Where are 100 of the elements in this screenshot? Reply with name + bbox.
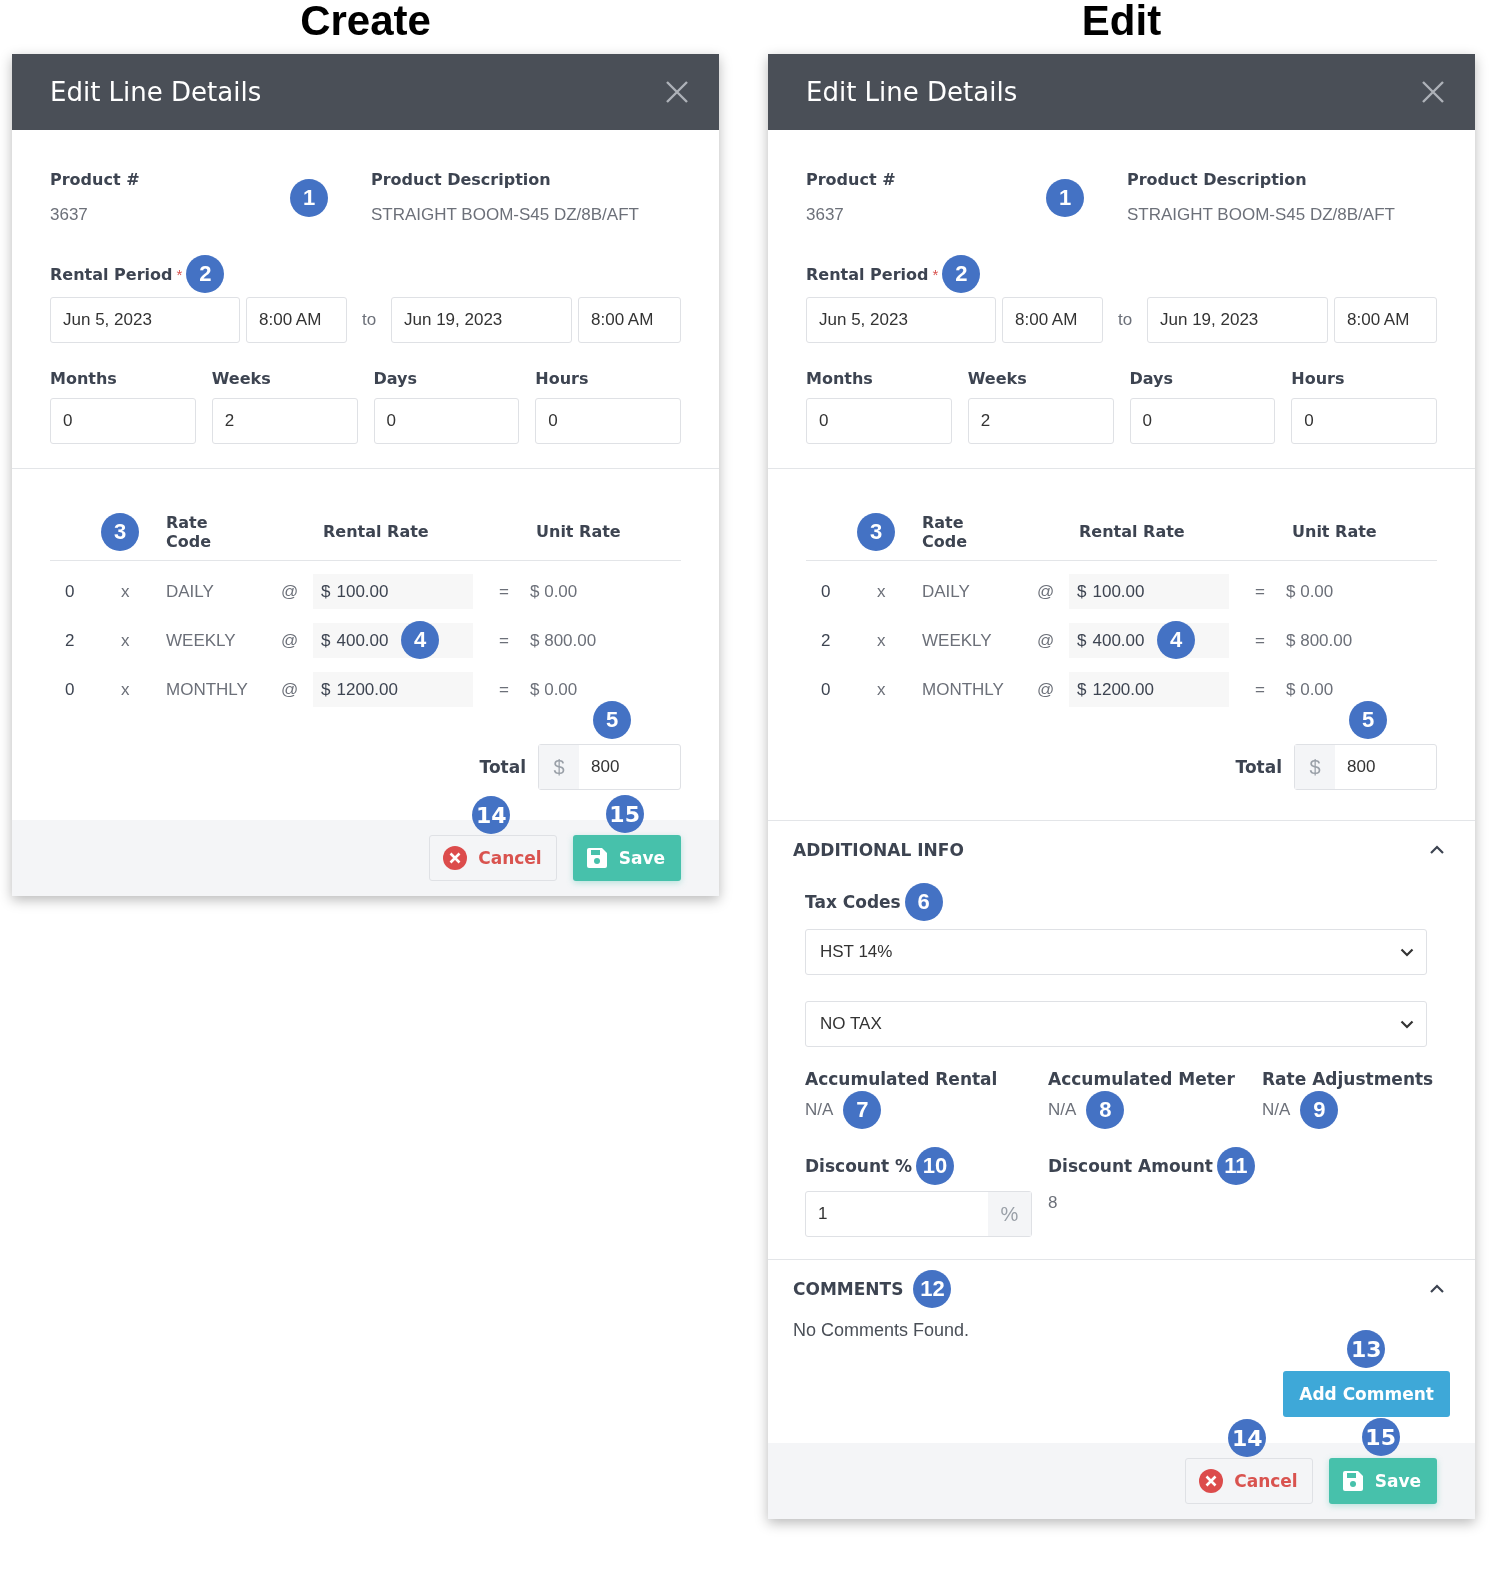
column-header: Unit Rate [1291, 522, 1378, 541]
callout-badge: 5 [1349, 701, 1387, 739]
quantity-text: 0 [820, 679, 832, 700]
callout-badge: 12 [913, 1270, 952, 1308]
chevron-icon[interactable] [1429, 845, 1445, 855]
at-sign: @ [1036, 679, 1056, 700]
callout-badge: 2 [942, 255, 981, 293]
at-sign: @ [280, 630, 300, 651]
column-header: Rate Code [922, 512, 969, 551]
currency-addon: $ [1295, 745, 1335, 789]
field-value: N/A [1262, 1100, 1291, 1120]
quantity-text: 2 [64, 630, 76, 651]
date-field[interactable]: Jun 5, 2023 [806, 297, 996, 343]
discount-field[interactable]: 1 % [805, 1191, 1032, 1237]
date-field[interactable]: Jun 19, 2023 [1147, 297, 1328, 343]
rate-field[interactable]: $ 400.00 4 [1069, 623, 1229, 658]
total-value: 800 [1346, 756, 1377, 778]
currency-addon: $ [539, 745, 579, 789]
callout-badge: 14 [472, 796, 511, 834]
rate-value: 400.00 [1092, 630, 1145, 651]
callout-badge: 3 [857, 512, 895, 551]
dialog-title: Edit Line Details [806, 77, 1018, 107]
field-label: Accumulated Meter [1048, 1069, 1236, 1089]
rate-field[interactable]: $ 100.00 [1069, 574, 1229, 609]
field-label: Product # [50, 170, 141, 189]
section-title: ADDITIONAL INFO [793, 840, 964, 860]
currency-sign: $ [321, 679, 331, 700]
column-header: Rental Rate [322, 522, 430, 541]
time-field[interactable]: 8:00 AM [1334, 297, 1437, 343]
callout-badge: 15 [605, 795, 644, 833]
date-field[interactable]: Jun 19, 2023 [391, 297, 572, 343]
field-value: 3637 [50, 205, 89, 225]
number-field[interactable]: 0 [806, 398, 952, 444]
currency-sign: $ [1077, 679, 1087, 700]
number-field[interactable]: 2 [211, 398, 358, 444]
currency-sign: $ [1077, 581, 1087, 602]
number-field[interactable]: 0 [535, 398, 681, 444]
field-label: Product Description [1127, 170, 1308, 189]
at-sign: @ [280, 581, 300, 602]
multiply-sign: x [876, 679, 887, 700]
panel-heading: Create [300, 0, 431, 46]
callout-badge: 4 [1157, 621, 1195, 659]
close-icon[interactable] [1421, 80, 1445, 104]
field-label: Discount Amount [1048, 1156, 1213, 1176]
field-label: Months [50, 369, 118, 388]
rate-code: WEEKLY [166, 630, 237, 651]
field-label: Accumulated Rental [805, 1069, 999, 1089]
number-field[interactable]: 2 [967, 398, 1114, 444]
callout-badge: 9 [1300, 1091, 1339, 1129]
quantity-text: 2 [820, 630, 832, 651]
number-field[interactable]: 0 [1291, 398, 1437, 444]
multiply-sign: x [120, 630, 131, 651]
tax-code-select[interactable]: NO TAX [805, 1001, 1427, 1047]
time-field[interactable]: 8:00 AM [246, 297, 347, 343]
unit-rate: $ 0.00 [529, 581, 579, 602]
required-mark: * [932, 265, 939, 283]
total-value: 800 [590, 756, 621, 778]
unit-rate: $ 0.00 [1285, 581, 1335, 602]
tax-code-select[interactable]: HST 14% [805, 929, 1427, 975]
time-field[interactable]: 8:00 AM [1002, 297, 1103, 343]
callout-badge: 5 [593, 701, 631, 739]
equals-sign: = [1254, 630, 1266, 651]
callout-badge: 1 [1046, 178, 1084, 217]
close-icon[interactable] [665, 80, 689, 104]
rate-field[interactable]: $ 1200.00 [313, 672, 473, 707]
field-value: STRAIGHT BOOM-S45 DZ/8B/AFT [371, 205, 640, 225]
rate-field[interactable]: $ 400.00 4 [313, 623, 473, 658]
multiply-sign: x [120, 581, 131, 602]
callout-badge: 3 [101, 512, 139, 551]
chevron-down-icon [1400, 947, 1414, 957]
rate-value: 1200.00 [1092, 679, 1154, 700]
rate-field[interactable]: $ 1200.00 [1069, 672, 1229, 707]
cancel-icon [442, 845, 469, 871]
rate-field[interactable]: $ 100.00 [313, 574, 473, 609]
number-field[interactable]: 0 [1129, 398, 1276, 444]
date-field[interactable]: Jun 5, 2023 [50, 297, 240, 343]
field-value: N/A [1048, 1100, 1077, 1120]
rate-code: MONTHLY [166, 679, 249, 700]
quantity-text: 0 [64, 581, 76, 602]
rate-code: DAILY [922, 581, 971, 602]
at-sign: @ [1036, 581, 1056, 602]
callout-badge: 14 [1228, 1419, 1267, 1457]
unit-rate: $ 800.00 [529, 630, 598, 651]
discount-value: 1 [817, 1203, 829, 1225]
at-sign: @ [1036, 630, 1056, 651]
callout-badge: 11 [1216, 1147, 1255, 1185]
section-title: COMMENTS [793, 1279, 904, 1299]
rate-code: WEEKLY [922, 630, 993, 651]
cancel-icon [1198, 1468, 1225, 1494]
multiply-sign: x [876, 581, 887, 602]
field-label: Days [1129, 369, 1175, 388]
number-field[interactable]: 0 [373, 398, 520, 444]
chevron-down-icon [1400, 1019, 1414, 1029]
time-field[interactable]: 8:00 AM [578, 297, 681, 343]
chevron-icon[interactable] [1429, 1284, 1445, 1294]
currency-sign: $ [321, 581, 331, 602]
field-label: Discount % [805, 1156, 913, 1176]
field-label: Rental Period [806, 264, 929, 284]
field-label: Product # [806, 170, 897, 189]
number-field[interactable]: 0 [50, 398, 196, 444]
